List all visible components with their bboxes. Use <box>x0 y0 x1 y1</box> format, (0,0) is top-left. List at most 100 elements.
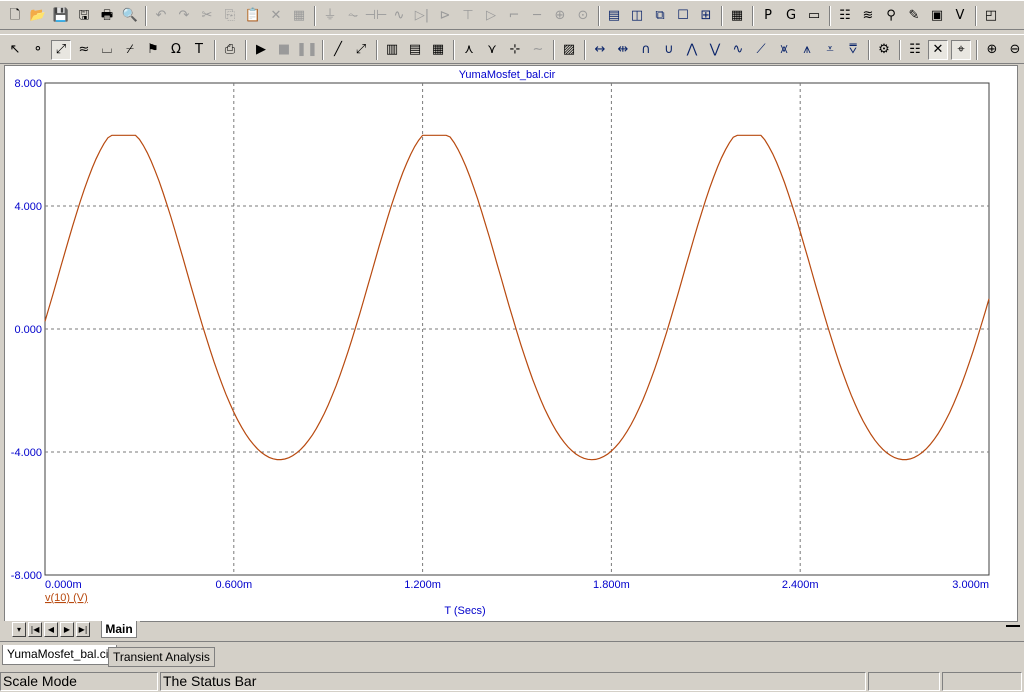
inductor-button[interactable]: ∿ <box>389 6 409 26</box>
step-button[interactable]: ⌿ <box>120 40 140 60</box>
nav-prev-button[interactable]: ◀ <box>44 622 58 637</box>
global-high-button[interactable]: ⩢ <box>843 40 863 60</box>
plot-props-button[interactable]: ⚙ <box>874 40 894 60</box>
cut-button[interactable]: ✂ <box>197 6 217 26</box>
layout-vertical-button[interactable]: ◫ <box>627 6 647 26</box>
copy-button[interactable]: ⎘ <box>220 6 240 26</box>
calculator-button[interactable]: ▦ <box>727 6 747 26</box>
window-button[interactable]: ▣ <box>927 6 947 26</box>
max-button[interactable]: ⩙ <box>774 40 794 60</box>
opamp-button[interactable]: ▷ <box>481 6 501 26</box>
valley-button[interactable]: ⋎ <box>482 40 502 60</box>
ground-button[interactable]: ⏚ <box>320 6 340 26</box>
text-box-button[interactable]: ⌴ <box>97 40 117 60</box>
diode-button[interactable]: ▷| <box>412 6 432 26</box>
transient-plot[interactable]: YumaMosfet_bal.cir 8.000 4.000 0.000 -4.000… <box>5 66 1017 621</box>
series-legend[interactable]: v(10) (V) <box>45 592 88 604</box>
fft-button[interactable]: Ω <box>166 40 186 60</box>
print-button[interactable]: 🖶 <box>97 6 117 26</box>
redo-button[interactable]: ↷ <box>174 6 194 26</box>
left-cursor-button[interactable]: ↔ <box>590 40 610 60</box>
global-low-button[interactable]: ⩡ <box>820 40 840 60</box>
g-button[interactable]: G <box>781 6 801 26</box>
tag-button[interactable]: ⌖ <box>951 40 971 60</box>
grid-horizontal-button[interactable]: ▤ <box>405 40 425 60</box>
peak-button[interactable]: ⋏ <box>459 40 479 60</box>
marker-button[interactable]: ✎ <box>904 6 924 26</box>
cascade-button[interactable]: ⧉ <box>650 6 670 26</box>
current-source-button[interactable]: ⊙ <box>573 6 593 26</box>
zener-button[interactable]: ⊳ <box>435 6 455 26</box>
vd-button[interactable]: V <box>950 6 970 26</box>
maximize-button[interactable]: ☐ <box>673 6 693 26</box>
nav-last-button[interactable]: ▶| <box>76 622 90 637</box>
table-button[interactable]: ☷ <box>835 6 855 26</box>
scale-mode-button[interactable]: ⤢ <box>51 40 71 60</box>
slope-button[interactable]: ⟋ <box>751 40 771 60</box>
export-button[interactable]: ⎙ <box>220 40 240 60</box>
arrow-line-button[interactable]: ⤢ <box>351 40 371 60</box>
waveform-button[interactable]: ≋ <box>858 6 878 26</box>
paste-button[interactable]: 📋 <box>243 6 263 26</box>
status-mode: Scale Mode <box>0 672 158 691</box>
print-preview-button[interactable]: 🔍 <box>120 6 140 26</box>
table-view-button[interactable]: ☷ <box>905 40 925 60</box>
select-all-button[interactable]: ▦ <box>289 6 309 26</box>
save-all-button[interactable]: 🖫 <box>74 6 94 26</box>
save-button[interactable]: 💾 <box>51 6 71 26</box>
properties-button[interactable]: ▭ <box>804 6 824 26</box>
resize-grip[interactable] <box>1006 625 1020 627</box>
pause-button[interactable]: ❚❚ <box>296 40 318 60</box>
undo-button[interactable]: ↶ <box>151 6 171 26</box>
tab-main[interactable]: Main <box>101 621 137 638</box>
inflection-button[interactable]: ∿ <box>728 40 748 60</box>
grid-dots-button[interactable]: ▦ <box>428 40 448 60</box>
point-mode-button[interactable]: ≈ <box>74 40 94 60</box>
right-cursor-button[interactable]: ⇹ <box>613 40 633 60</box>
flag-button[interactable]: ⚑ <box>143 40 163 60</box>
chart-button[interactable]: ▨ <box>559 40 579 60</box>
nav-next-button[interactable]: ▶ <box>60 622 74 637</box>
probe-button[interactable]: ⚲ <box>881 6 901 26</box>
open-file-button[interactable]: 📂 <box>28 6 48 26</box>
high-button[interactable]: ⋀ <box>682 40 702 60</box>
voltage-source-button[interactable]: ⊕ <box>550 6 570 26</box>
waveform-trace-v10[interactable] <box>44 134 990 461</box>
stop-button[interactable]: ■ <box>274 40 294 60</box>
component-mode-button[interactable]: ⚬ <box>28 40 48 60</box>
resistor-button[interactable]: ⏦ <box>343 6 363 26</box>
nav-menu-button[interactable]: ▾ <box>12 622 26 637</box>
tile-button[interactable]: ⊞ <box>696 6 716 26</box>
transistor-button[interactable]: ⊤ <box>458 6 478 26</box>
p-button[interactable]: P <box>758 6 778 26</box>
new-file-button[interactable]: 🗋 <box>5 6 25 26</box>
select-mode-button[interactable]: ↖ <box>5 40 25 60</box>
min-button[interactable]: ⩚ <box>797 40 817 60</box>
zoom-in-button[interactable]: ⊕ <box>982 40 1002 60</box>
wire-button[interactable]: ─ <box>527 6 547 26</box>
peak-curve-button[interactable]: ∩ <box>636 40 656 60</box>
plot-area[interactable]: YumaMosfet_bal.cir 8.000 4.000 0.000 -4.000… <box>4 65 1018 622</box>
wave-gray-button[interactable]: ∼ <box>528 40 548 60</box>
inflection-icon: ∿ <box>732 42 744 57</box>
open-file-icon: 📂 <box>29 8 47 23</box>
delete-button[interactable]: ✕ <box>266 6 286 26</box>
tab-transient-analysis[interactable]: Transient Analysis <box>108 647 215 667</box>
tab-circuit-file[interactable]: YumaMosfet_bal.cir <box>2 645 118 665</box>
grid-vertical-button[interactable]: ▥ <box>382 40 402 60</box>
cursor-button[interactable]: ⊹ <box>505 40 525 60</box>
data-point-button[interactable]: ✕ <box>928 40 948 60</box>
run-button[interactable]: ▶ <box>251 40 271 60</box>
toolbar-separator <box>868 40 870 60</box>
nav-first-button[interactable]: |◀ <box>28 622 42 637</box>
layout-horizontal-button[interactable]: ▤ <box>604 6 624 26</box>
max-icon: ⩙ <box>780 42 788 57</box>
valley-curve-button[interactable]: ∪ <box>659 40 679 60</box>
zoom-out-button[interactable]: ⊖ <box>1005 40 1024 60</box>
capacitor-button[interactable]: ⊣⊢ <box>365 6 388 26</box>
low-button[interactable]: ⋁ <box>705 40 725 60</box>
text-button[interactable]: T <box>189 40 209 60</box>
switch-button[interactable]: ⌐ <box>504 6 524 26</box>
scope-button[interactable]: ◰ <box>981 6 1001 26</box>
line-button[interactable]: ╱ <box>328 40 348 60</box>
